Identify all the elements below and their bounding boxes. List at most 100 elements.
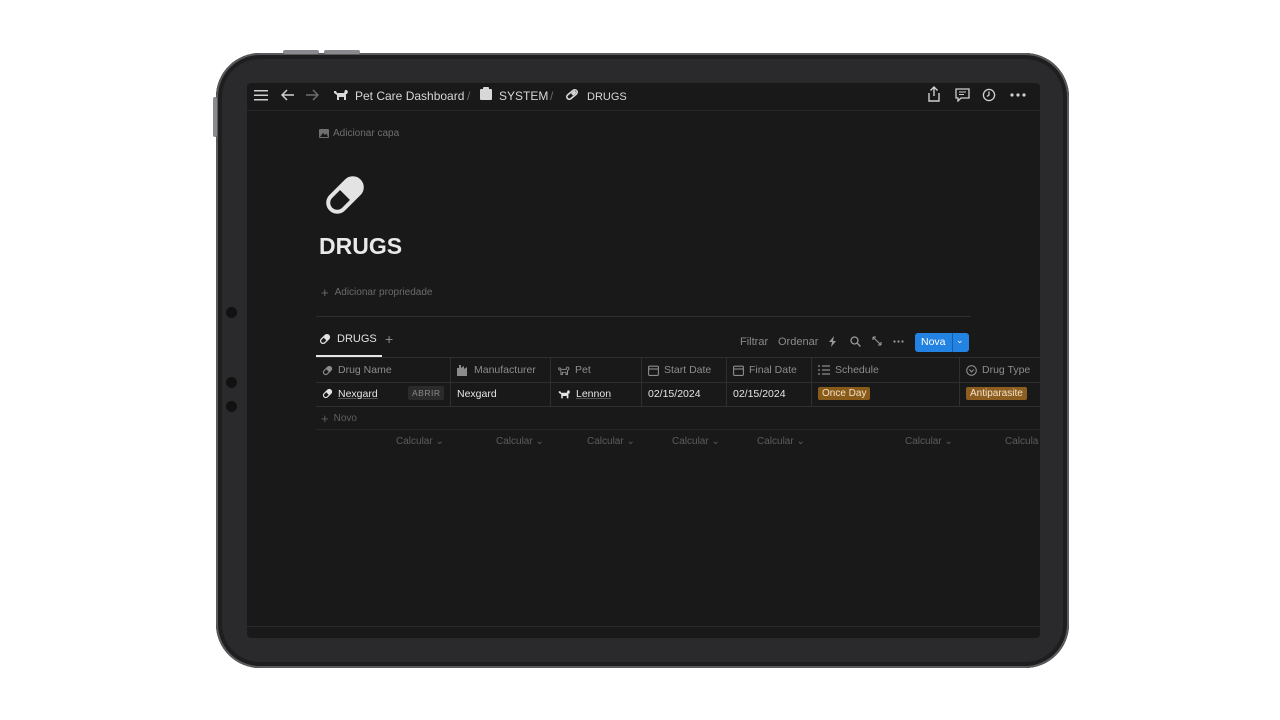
column-header-pet[interactable]: Pet bbox=[551, 358, 642, 382]
add-cover-button[interactable]: Adicionar capa bbox=[319, 128, 399, 139]
table-row[interactable]: Nexgard ABRIR Nexgard Lennon 02/15/2024 … bbox=[316, 381, 1040, 407]
new-button-label: Nova bbox=[921, 336, 946, 348]
breadcrumb-item-drugs[interactable]: DRUGS bbox=[587, 89, 627, 105]
back-arrow-icon[interactable] bbox=[281, 88, 295, 102]
column-header-final-date[interactable]: Final Date bbox=[727, 358, 812, 382]
open-button[interactable]: ABRIR bbox=[408, 386, 445, 400]
breadcrumb-separator: / bbox=[550, 89, 554, 103]
calculate-label: Calcular bbox=[587, 436, 624, 447]
manufacturer-value: Nexgard bbox=[457, 387, 497, 400]
more-options-icon[interactable] bbox=[893, 340, 904, 343]
pill-icon bbox=[566, 88, 578, 101]
cell-drug-type[interactable]: Antiparasite bbox=[960, 381, 1040, 406]
tablet-frame: Pet Care Dashboard / SYSTEM / DRUGS Adic… bbox=[213, 50, 1069, 668]
clipboard-icon bbox=[480, 87, 492, 100]
clock-icon[interactable] bbox=[982, 88, 996, 102]
calculate-label: Calcular bbox=[757, 436, 794, 447]
column-header-schedule[interactable]: Schedule bbox=[812, 358, 960, 382]
calculate-label: Calcular bbox=[396, 436, 433, 447]
start-date-value: 02/15/2024 bbox=[648, 387, 701, 400]
plus-icon: + bbox=[321, 410, 329, 426]
dog-icon bbox=[334, 90, 348, 100]
page-title: DRUGS bbox=[319, 233, 403, 259]
lightning-icon[interactable] bbox=[829, 336, 837, 347]
calculate-drug-name[interactable]: Calcular ⌄ bbox=[396, 436, 444, 447]
expand-icon[interactable] bbox=[872, 336, 882, 346]
add-row-button[interactable]: + Novo bbox=[316, 407, 1040, 430]
dog-icon bbox=[558, 366, 570, 375]
calculate-schedule[interactable]: Calcular ⌄ bbox=[905, 436, 953, 447]
calculate-start-date[interactable]: Calcular ⌄ bbox=[672, 436, 720, 447]
view-tab-label: DRUGS bbox=[337, 333, 377, 345]
filter-button[interactable]: Filtrar bbox=[740, 336, 768, 348]
calculate-drug-type[interactable]: Calcula bbox=[1005, 436, 1038, 447]
breadcrumb-item-system[interactable]: SYSTEM bbox=[499, 88, 548, 104]
add-property-label: Adicionar propriedade bbox=[334, 287, 433, 298]
calendar-icon bbox=[733, 365, 744, 376]
view-tab-drugs[interactable]: DRUGS bbox=[319, 333, 377, 345]
column-header-drug-name[interactable]: Drug Name bbox=[316, 358, 451, 382]
image-icon bbox=[319, 129, 329, 138]
breadcrumb-item-pet-care-dashboard[interactable]: Pet Care Dashboard bbox=[355, 88, 464, 104]
column-header-label: Drug Type bbox=[982, 364, 1031, 376]
schedule-tag: Once Day bbox=[818, 387, 871, 400]
camera-dot bbox=[226, 377, 237, 388]
column-header-drug-type[interactable]: Drug Type bbox=[960, 358, 1040, 382]
cell-pet[interactable]: Lennon bbox=[551, 381, 642, 406]
pill-icon bbox=[322, 365, 333, 375]
column-header-manufacturer[interactable]: Manufacturer bbox=[451, 358, 551, 382]
app-screen: Pet Care Dashboard / SYSTEM / DRUGS Adic… bbox=[247, 83, 1040, 638]
menu-icon[interactable] bbox=[254, 89, 268, 101]
cell-drug-name[interactable]: Nexgard ABRIR bbox=[316, 381, 451, 406]
column-header-label: Pet bbox=[575, 364, 591, 376]
more-options-icon[interactable] bbox=[1010, 93, 1026, 97]
breadcrumb-separator: / bbox=[467, 89, 471, 103]
new-button[interactable]: Nova ⌄ bbox=[915, 333, 969, 352]
plus-icon: + bbox=[321, 285, 329, 300]
column-header-label: Manufacturer bbox=[474, 364, 536, 376]
final-date-value: 02/15/2024 bbox=[733, 387, 786, 400]
pill-icon bbox=[319, 333, 331, 345]
cell-start-date[interactable]: 02/15/2024 bbox=[642, 381, 727, 406]
hardware-button bbox=[213, 97, 217, 137]
cell-schedule[interactable]: Once Day bbox=[812, 381, 960, 406]
table-header-row: Drug Name Manufacturer Pet Start Date Fi… bbox=[316, 357, 1040, 383]
share-icon[interactable] bbox=[927, 86, 941, 102]
dog-icon bbox=[558, 389, 570, 398]
add-row-label: Novo bbox=[333, 412, 357, 424]
column-header-label: Drug Name bbox=[338, 364, 392, 376]
top-bar: Pet Care Dashboard / SYSTEM / DRUGS bbox=[247, 83, 1040, 111]
select-icon bbox=[966, 364, 977, 376]
cell-manufacturer[interactable]: Nexgard bbox=[451, 381, 551, 406]
factory-icon bbox=[457, 364, 467, 376]
cell-final-date[interactable]: 02/15/2024 bbox=[727, 381, 812, 406]
camera-dot bbox=[226, 401, 237, 412]
sort-button[interactable]: Ordenar bbox=[778, 336, 818, 348]
add-cover-label: Adicionar capa bbox=[333, 128, 400, 139]
calculate-pet[interactable]: Calcular ⌄ bbox=[587, 436, 635, 447]
button-separator bbox=[952, 333, 953, 352]
column-header-start-date[interactable]: Start Date bbox=[642, 358, 727, 382]
calculate-manufacturer[interactable]: Calcular ⌄ bbox=[496, 436, 544, 447]
search-icon[interactable] bbox=[850, 336, 861, 347]
add-property-button[interactable]: + Adicionar propriedade bbox=[321, 285, 432, 300]
hardware-button bbox=[283, 50, 319, 54]
comment-icon[interactable] bbox=[955, 88, 970, 102]
calculate-final-date[interactable]: Calcular ⌄ bbox=[757, 436, 805, 447]
drug-name-link[interactable]: Nexgard bbox=[338, 388, 378, 400]
add-view-button[interactable]: + bbox=[385, 331, 393, 347]
column-header-label: Schedule bbox=[835, 364, 879, 376]
pet-link[interactable]: Lennon bbox=[576, 388, 611, 400]
pill-icon bbox=[322, 388, 333, 399]
column-header-label: Final Date bbox=[749, 364, 797, 376]
calendar-icon bbox=[648, 365, 659, 376]
calculate-label: Calcular bbox=[496, 436, 533, 447]
chevron-down-icon[interactable]: ⌄ bbox=[956, 335, 964, 346]
camera-dot bbox=[226, 307, 237, 318]
forward-arrow-icon[interactable] bbox=[305, 88, 319, 102]
page-pill-icon bbox=[326, 176, 364, 214]
drug-type-tag: Antiparasite bbox=[966, 387, 1027, 400]
list-icon bbox=[818, 365, 830, 375]
column-header-label: Start Date bbox=[664, 364, 712, 376]
divider bbox=[316, 316, 971, 317]
